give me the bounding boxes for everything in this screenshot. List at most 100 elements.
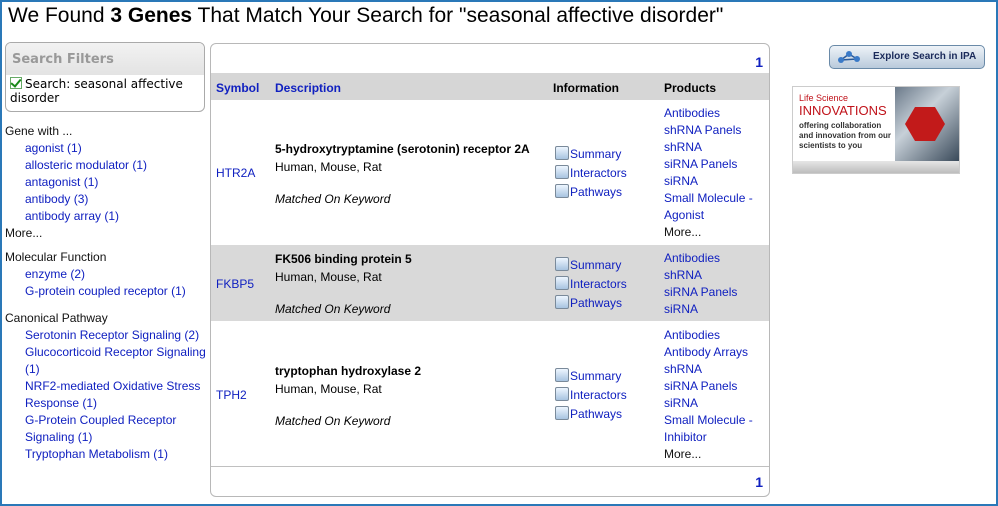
facet-link[interactable]: Glucocorticoid Receptor Signaling (1)	[5, 344, 207, 378]
facet-link[interactable]: G-protein coupled receptor (1)	[5, 283, 186, 300]
summary-icon	[555, 257, 569, 271]
facet-molecular-function: Molecular Function enzyme (2) G-protein …	[5, 249, 186, 300]
pathways-link[interactable]: Pathways	[555, 405, 627, 424]
interactors-icon	[555, 387, 569, 401]
facet-canonical-pathway: Canonical Pathway Serotonin Receptor Sig…	[5, 310, 207, 463]
gene-species: Human, Mouse, Rat	[275, 160, 382, 174]
checkbox-icon[interactable]	[10, 77, 22, 89]
gene-symbol-link[interactable]: FKBP5	[216, 277, 254, 291]
pagination-bottom[interactable]: 1	[755, 474, 763, 490]
pagination-top[interactable]: 1	[755, 54, 763, 70]
explore-ipa-button[interactable]: Explore Search in IPA	[829, 45, 985, 69]
facet-link[interactable]: Tryptophan Metabolism (1)	[5, 446, 207, 463]
product-link[interactable]: Small Molecule - Agonist	[664, 190, 769, 224]
product-link[interactable]: shRNA	[664, 139, 769, 156]
product-link[interactable]: shRNA	[664, 361, 769, 378]
facet-link[interactable]: allosteric modulator (1)	[5, 157, 147, 174]
search-filters-panel: Search Filters Search: seasonal affectiv…	[5, 42, 205, 112]
gene-symbol-link[interactable]: TPH2	[216, 388, 247, 402]
match-type: Matched On Keyword	[275, 192, 391, 206]
facet-link[interactable]: G-Protein Coupled Receptor Signaling (1)	[5, 412, 207, 446]
facet-link[interactable]: NRF2-mediated Oxidative Stress Response …	[5, 378, 207, 412]
header-description[interactable]: Description	[275, 81, 341, 95]
facet-link[interactable]: Serotonin Receptor Signaling (2)	[5, 327, 207, 344]
info-links: Summary Interactors Pathways	[555, 367, 627, 424]
pathways-link[interactable]: Pathways	[555, 294, 627, 313]
gene-symbol-link[interactable]: HTR2A	[216, 166, 255, 180]
product-link[interactable]: siRNA	[664, 173, 769, 190]
product-link[interactable]: Antibody Arrays	[664, 344, 769, 361]
product-link[interactable]: Small Molecule - Inhibitor	[664, 412, 769, 446]
product-more-link[interactable]: More...	[664, 446, 769, 463]
pathways-icon	[555, 295, 569, 309]
table-row: FKBP5 FK506 binding protein 5 Human, Mou…	[211, 245, 769, 321]
interactors-link[interactable]: Interactors	[555, 275, 627, 294]
product-link[interactable]: siRNA	[664, 395, 769, 412]
interactors-icon	[555, 276, 569, 290]
facet-title: Gene with ...	[5, 124, 73, 138]
pathways-icon	[555, 406, 569, 420]
product-more-link[interactable]: More...	[664, 224, 769, 241]
product-link[interactable]: Antibodies	[664, 250, 737, 267]
facet-more-link[interactable]: More...	[5, 225, 147, 242]
banner-line-1: Life Science	[799, 93, 849, 103]
table-row: HTR2A 5-hydroxytryptamine (serotonin) re…	[211, 100, 769, 244]
network-icon	[838, 51, 860, 63]
summary-link[interactable]: Summary	[555, 145, 627, 164]
product-link[interactable]: shRNA Panels	[664, 122, 769, 139]
gene-name: FK506 binding protein 5	[275, 252, 412, 266]
banner-footer-bar	[793, 161, 959, 173]
summary-icon	[555, 146, 569, 160]
facet-gene-with: Gene with ... agonist (1) allosteric mod…	[5, 123, 147, 242]
product-link[interactable]: siRNA Panels	[664, 284, 737, 301]
search-filter-item[interactable]: Search: seasonal affective disorder	[6, 75, 204, 107]
gene-description: tryptophan hydroxylase 2 Human, Mouse, R…	[275, 362, 545, 430]
search-filters-title: Search Filters	[6, 43, 204, 75]
facet-link[interactable]: enzyme (2)	[5, 266, 186, 283]
product-link[interactable]: siRNA Panels	[664, 378, 769, 395]
product-links: Antibodies shRNA Panels shRNA siRNA Pane…	[664, 105, 769, 241]
interactors-icon	[555, 165, 569, 179]
match-type: Matched On Keyword	[275, 302, 391, 316]
page-title: We Found 3 Genes That Match Your Search …	[8, 4, 724, 27]
product-link[interactable]: Antibodies	[664, 105, 769, 122]
table-header: Symbol Description Information Products	[211, 73, 769, 100]
facet-link[interactable]: antibody (3)	[5, 191, 147, 208]
facet-title: Molecular Function	[5, 250, 107, 264]
facet-link[interactable]: antibody array (1)	[5, 208, 147, 225]
banner-tagline: offering collaboration and innovation fr…	[799, 121, 891, 150]
info-links: Summary Interactors Pathways	[555, 256, 627, 313]
facet-link[interactable]: antagonist (1)	[5, 174, 147, 191]
pathways-icon	[555, 184, 569, 198]
product-link[interactable]: siRNA	[664, 301, 737, 318]
summary-link[interactable]: Summary	[555, 256, 627, 275]
gene-name: tryptophan hydroxylase 2	[275, 364, 422, 378]
gene-species: Human, Mouse, Rat	[275, 270, 382, 284]
facet-link[interactable]: agonist (1)	[5, 140, 147, 157]
header-symbol[interactable]: Symbol	[216, 81, 259, 95]
info-links: Summary Interactors Pathways	[555, 145, 627, 202]
interactors-link[interactable]: Interactors	[555, 164, 627, 183]
header-information: Information	[553, 81, 619, 95]
explore-ipa-label: Explore Search in IPA	[873, 51, 977, 62]
banner-line-2: INNOVATIONS	[799, 103, 887, 118]
innovations-banner[interactable]: Life Science INNOVATIONS offering collab…	[792, 86, 960, 174]
interactors-link[interactable]: Interactors	[555, 386, 627, 405]
product-link[interactable]: siRNA Panels	[664, 156, 769, 173]
table-divider	[211, 466, 769, 467]
product-links: Antibodies Antibody Arrays shRNA siRNA P…	[664, 327, 769, 463]
gene-species: Human, Mouse, Rat	[275, 382, 382, 396]
summary-icon	[555, 368, 569, 382]
gene-name: 5-hydroxytryptamine (serotonin) receptor…	[275, 142, 530, 156]
table-row: TPH2 tryptophan hydroxylase 2 Human, Mou…	[211, 322, 769, 464]
product-links: Antibodies shRNA siRNA Panels siRNA	[664, 250, 737, 318]
product-link[interactable]: shRNA	[664, 267, 737, 284]
facet-title: Canonical Pathway	[5, 311, 108, 325]
gene-description: 5-hydroxytryptamine (serotonin) receptor…	[275, 140, 545, 208]
product-link[interactable]: Antibodies	[664, 327, 769, 344]
match-type: Matched On Keyword	[275, 414, 391, 428]
summary-link[interactable]: Summary	[555, 367, 627, 386]
gene-description: FK506 binding protein 5 Human, Mouse, Ra…	[275, 250, 545, 318]
header-products: Products	[664, 81, 717, 95]
pathways-link[interactable]: Pathways	[555, 183, 627, 202]
